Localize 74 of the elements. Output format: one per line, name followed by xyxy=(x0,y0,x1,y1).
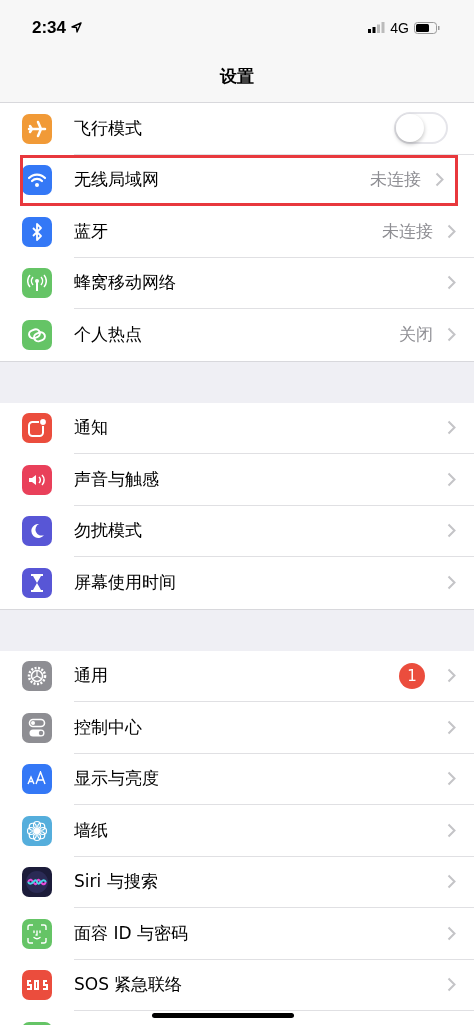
text-size-icon xyxy=(22,764,52,795)
switches-icon xyxy=(22,712,52,743)
chevron-icon xyxy=(447,420,456,436)
settings-row[interactable]: 声音与触感 xyxy=(0,454,474,506)
antenna-icon xyxy=(22,268,52,299)
row-label: 通知 xyxy=(74,416,108,440)
settings-row[interactable]: 控制中心 xyxy=(0,702,474,754)
chevron-icon xyxy=(447,771,456,787)
sos-icon xyxy=(22,970,52,1001)
chevron-icon xyxy=(447,471,456,487)
signal-icon xyxy=(368,22,386,33)
hourglass-icon xyxy=(22,567,52,598)
row-value: 未连接 xyxy=(370,168,421,192)
chain-link-icon xyxy=(22,319,52,350)
face-icon xyxy=(22,918,52,949)
chevron-icon xyxy=(447,327,456,343)
settings-row[interactable]: 墙纸 xyxy=(0,805,474,857)
chevron-icon xyxy=(447,822,456,838)
row-label: Siri 与搜索 xyxy=(74,870,158,894)
settings-row[interactable]: 屏幕使用时间 xyxy=(0,557,474,609)
row-label: 墙纸 xyxy=(74,818,108,842)
chevron-icon xyxy=(447,719,456,735)
chevron-icon xyxy=(447,223,456,239)
row-label: 无线局域网 xyxy=(74,168,159,192)
highlighted-settings-row[interactable]: 无线局域网 未连接 xyxy=(20,154,458,206)
row-label: 面容 ID 与密码 xyxy=(74,921,188,945)
gear-icon xyxy=(22,661,52,692)
speaker-icon xyxy=(22,464,52,495)
settings-row[interactable]: 通知 xyxy=(0,402,474,454)
row-label: 显示与亮度 xyxy=(74,767,159,791)
notification-badge: 1 xyxy=(399,662,425,689)
moon-icon xyxy=(22,516,52,547)
chevron-icon xyxy=(447,925,456,941)
settings-row[interactable]: 飞行模式 xyxy=(0,103,474,155)
settings-row[interactable]: Siri 与搜索 xyxy=(0,856,474,908)
airplane-icon xyxy=(22,113,52,144)
notification-icon xyxy=(22,413,52,444)
row-value: 未连接 xyxy=(382,219,433,243)
page-title: 设置 xyxy=(220,65,254,88)
row-label: 勿扰模式 xyxy=(74,519,142,543)
row-label: SOS 紧急联络 xyxy=(74,973,183,997)
row-label: 通用 xyxy=(74,664,108,688)
chevron-icon xyxy=(447,523,456,539)
row-label: 声音与触感 xyxy=(74,467,159,491)
bluetooth-icon xyxy=(22,216,52,247)
row-label: 蓝牙 xyxy=(74,219,108,243)
settings-row[interactable]: 面容 ID 与密码 xyxy=(0,908,474,960)
orb-icon xyxy=(22,867,52,898)
chevron-icon xyxy=(447,668,456,684)
battery-icon xyxy=(414,21,440,34)
status-time: 2:34 xyxy=(32,17,67,38)
row-label: 屏幕使用时间 xyxy=(74,571,176,595)
chevron-icon xyxy=(447,275,456,291)
network-label: 4G xyxy=(390,19,409,36)
settings-row[interactable]: 蜂窝移动网络 xyxy=(0,257,474,309)
row-label: 飞行模式 xyxy=(74,116,142,140)
settings-row[interactable]: SOS 紧急联络 xyxy=(0,959,474,1011)
chevron-icon xyxy=(447,575,456,591)
location-arrow-icon xyxy=(71,22,83,33)
toggle-switch[interactable] xyxy=(394,112,448,145)
settings-row[interactable]: 个人热点 关闭 xyxy=(0,309,474,361)
wifi-icon xyxy=(22,165,52,196)
row-value: 关闭 xyxy=(399,323,433,347)
chevron-icon xyxy=(447,977,456,993)
chevron-icon xyxy=(447,874,456,890)
settings-row[interactable]: 通用 1 xyxy=(0,650,474,702)
flower-icon xyxy=(22,815,52,846)
settings-row[interactable]: 蓝牙 未连接 xyxy=(0,206,474,258)
settings-row[interactable]: 显示与亮度 xyxy=(0,753,474,805)
row-label: 蜂窝移动网络 xyxy=(74,271,176,295)
settings-row[interactable]: 勿扰模式 xyxy=(0,505,474,557)
row-label: 控制中心 xyxy=(74,715,142,739)
chevron-icon xyxy=(435,172,444,188)
row-label: 个人热点 xyxy=(74,323,142,347)
